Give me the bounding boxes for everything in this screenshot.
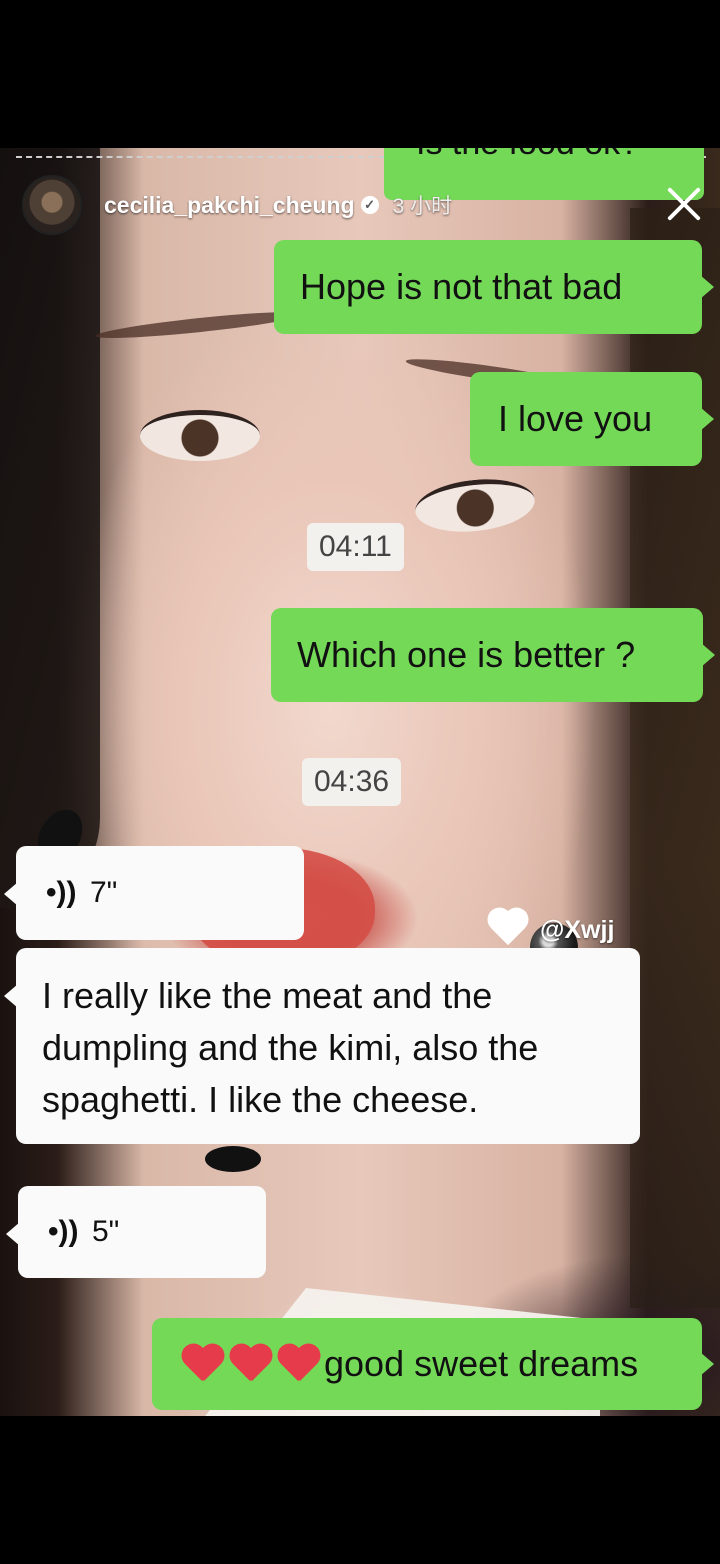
message-bubble-sent: Hope is not that bad [274,240,714,334]
partial-message-text: Is the food ok? [416,148,639,163]
message-text: I really like the meat and the dumpling … [42,975,539,1120]
eye-shape [412,473,538,538]
message-bubble-sent: I love you [470,372,714,466]
voice-wave-icon: •)) [48,1215,79,1248]
heart-emoji-icon [228,1343,274,1385]
message-text: Hope is not that bad [300,266,623,307]
avatar[interactable] [22,175,82,235]
username[interactable]: cecilia_pakchi_cheung [104,192,355,219]
heart-icon [484,909,532,951]
heart-emoji-group [180,1343,324,1385]
heart-emoji-icon [180,1343,226,1385]
close-icon[interactable] [664,184,704,224]
eye-shape [140,410,260,461]
time-ago: 3 小时 [392,195,453,218]
voice-duration: 7" [90,876,118,909]
fingernail-shape [205,1146,261,1172]
story-header: cecilia_pakchi_cheung ✓ 3 小时 [22,175,452,235]
voice-message-bubble[interactable]: •)) 7" [4,846,304,940]
message-bubble-sent: Which one is better ? [271,608,715,702]
timestamp: 04:11 [307,523,404,571]
voice-wave-icon: •)) [46,876,77,909]
watermark-handle: @Xwjj [540,915,615,944]
hair-shape [0,148,100,908]
heart-emoji-icon [276,1343,322,1385]
voice-message-bubble[interactable]: •)) 5" [6,1186,266,1278]
message-text: Which one is better ? [297,634,636,675]
voice-duration: 5" [92,1215,120,1248]
message-bubble-received: I really like the meat and the dumpling … [4,948,640,1144]
message-text: I love you [498,398,653,439]
timestamp: 04:36 [302,758,402,806]
watermark: @Xwjj [484,910,614,950]
message-text: good sweet dreams [324,1343,639,1384]
verified-check-icon: ✓ [360,196,379,214]
message-bubble-sent: good sweet dreams [152,1318,714,1410]
